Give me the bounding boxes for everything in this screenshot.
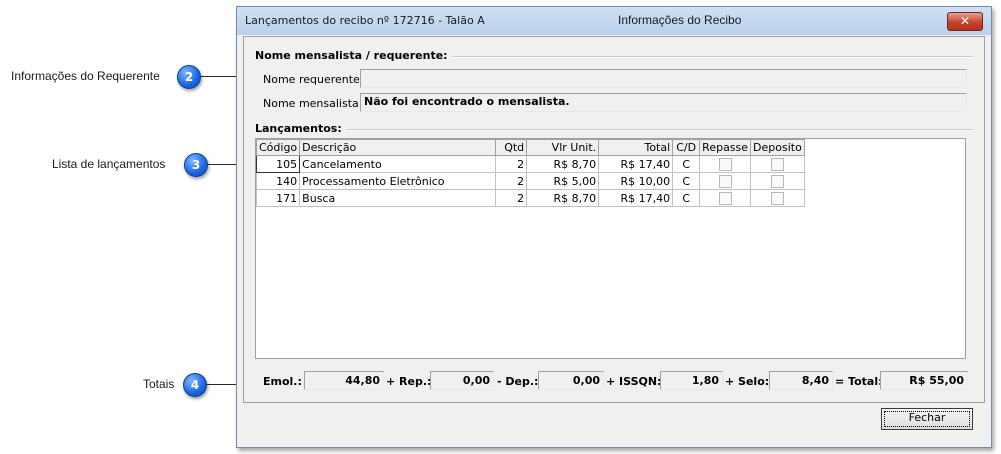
selo-field[interactable]: 8,40 [769, 371, 833, 390]
cell-cd[interactable]: C [672, 155, 701, 173]
nome-requerente-label: Nome requerente: [263, 73, 364, 86]
fechar-button[interactable]: Fechar [881, 408, 973, 430]
callout-2-label: Informações do Requerente [11, 69, 160, 83]
cell-vlr-unit[interactable]: R$ 8,70 [526, 189, 600, 207]
cell-qtd[interactable]: 2 [495, 189, 528, 207]
cell-total[interactable]: R$ 17,40 [598, 155, 674, 173]
group-requerente-title: Nome mensalista / requerente: [255, 49, 452, 62]
repasse-checkbox[interactable] [718, 174, 732, 188]
table-row[interactable]: 140 Processamento Eletrônico 2 R$ 5,00 R… [255, 172, 805, 190]
total-label: = Total: [835, 375, 883, 388]
cell-total[interactable]: R$ 10,00 [598, 172, 674, 190]
window-title: Lançamentos do recibo nº 172716 - Talão … [245, 14, 485, 27]
group-lancamentos-line [254, 129, 973, 131]
cell-descricao[interactable]: Cancelamento [299, 155, 497, 173]
cell-deposito [750, 172, 805, 190]
cell-qtd[interactable]: 2 [495, 155, 528, 173]
cell-codigo[interactable]: 105 [255, 155, 301, 173]
col-cd[interactable]: C/D [672, 139, 701, 156]
callout-3-badge: 3 [184, 153, 208, 177]
deposito-checkbox[interactable] [770, 157, 784, 171]
repasse-checkbox[interactable] [718, 191, 732, 205]
cell-deposito [750, 155, 805, 173]
callout-4-badge: 4 [183, 373, 207, 397]
cell-qtd[interactable]: 2 [495, 172, 528, 190]
cell-descricao[interactable]: Busca [299, 189, 497, 207]
repasse-checkbox[interactable] [718, 157, 732, 171]
fechar-focus-ring [884, 411, 970, 427]
deposito-checkbox[interactable] [770, 174, 784, 188]
table-row[interactable]: 105 Cancelamento 2 R$ 8,70 R$ 17,40 C [255, 155, 805, 173]
cell-repasse [699, 172, 752, 190]
cell-repasse [699, 155, 752, 173]
dep-label: - Dep.: [497, 375, 539, 388]
table-header-row: Código Descrição Qtd Vlr Unit. Total C/D… [255, 139, 805, 156]
group-lancamentos-title: Lançamentos: [255, 122, 346, 135]
lancamentos-table: Código Descrição Qtd Vlr Unit. Total C/D… [255, 139, 805, 207]
nome-mensalista-label: Nome mensalista: [263, 97, 363, 110]
selo-label: + Selo: [725, 375, 770, 388]
deposito-checkbox[interactable] [770, 191, 784, 205]
cell-vlr-unit[interactable]: R$ 8,70 [526, 155, 600, 173]
cell-total[interactable]: R$ 17,40 [598, 189, 674, 207]
issqn-label: + ISSQN: [606, 375, 662, 388]
callout-4-label: Totais [143, 377, 175, 391]
issqn-field[interactable]: 1,80 [660, 371, 723, 390]
callout-1-label: Informações do Recibo [618, 13, 742, 27]
col-qtd[interactable]: Qtd [495, 139, 528, 156]
rep-field[interactable]: 0,00 [430, 371, 494, 390]
cell-codigo[interactable]: 171 [255, 189, 301, 207]
dep-field[interactable]: 0,00 [538, 371, 604, 390]
lancamentos-grid[interactable]: Código Descrição Qtd Vlr Unit. Total C/D… [255, 138, 966, 359]
title-bar[interactable]: Lançamentos do recibo nº 172716 - Talão … [237, 7, 991, 35]
total-field[interactable]: R$ 55,00 [880, 371, 968, 390]
rep-label: + Rep.: [386, 375, 432, 388]
recibo-window: Lançamentos do recibo nº 172716 - Talão … [236, 6, 992, 448]
col-total[interactable]: Total [598, 139, 674, 156]
cell-vlr-unit[interactable]: R$ 5,00 [526, 172, 600, 190]
cell-repasse [699, 189, 752, 207]
col-deposito[interactable]: Deposito [750, 139, 805, 156]
col-repasse[interactable]: Repasse [699, 139, 752, 156]
emol-label: Emol.: [263, 375, 302, 388]
col-codigo[interactable]: Código [255, 139, 301, 156]
col-descricao[interactable]: Descrição [299, 139, 497, 156]
table-row[interactable]: 171 Busca 2 R$ 8,70 R$ 17,40 C [255, 189, 805, 207]
close-icon: ✕ [959, 14, 971, 28]
emol-field[interactable]: 44,80 [304, 371, 384, 390]
cell-deposito [750, 189, 805, 207]
cell-cd[interactable]: C [672, 172, 701, 190]
cell-descricao[interactable]: Processamento Eletrônico [299, 172, 497, 190]
nome-mensalista-field[interactable]: Não foi encontrado o mensalista. [360, 93, 967, 112]
callout-3-label: Lista de lançamentos [52, 157, 166, 171]
close-button[interactable]: ✕ [947, 12, 983, 31]
col-vlr-unit[interactable]: Vlr Unit. [526, 139, 600, 156]
cell-cd[interactable]: C [672, 189, 701, 207]
cell-codigo[interactable]: 140 [255, 172, 301, 190]
nome-requerente-field[interactable] [360, 69, 967, 88]
callout-2-badge: 2 [177, 65, 201, 89]
